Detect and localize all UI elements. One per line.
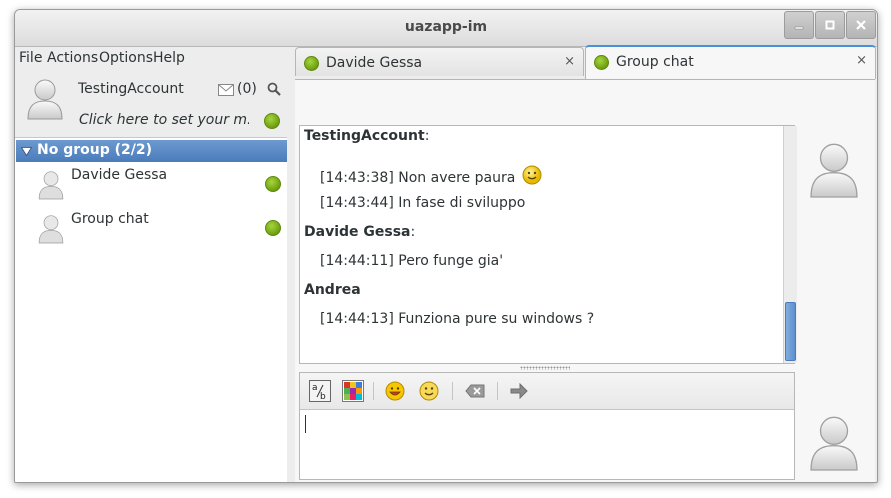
svg-text:a: a bbox=[312, 383, 318, 393]
account-avatar[interactable] bbox=[25, 77, 65, 125]
user-avatar-icon bbox=[37, 213, 65, 249]
chat-sender: Andrea bbox=[304, 282, 361, 298]
tab-close-button[interactable]: × bbox=[564, 54, 575, 69]
menu-help[interactable]: Help bbox=[153, 50, 185, 66]
chat-sender: Davide Gessa: bbox=[304, 224, 416, 240]
chat-message: [14:44:11] Pero funge gia' bbox=[320, 253, 504, 269]
app-window: uazapp-im File Actions Options Help Test… bbox=[14, 9, 878, 483]
menu-file[interactable]: File bbox=[19, 50, 42, 66]
tab-label: Davide Gessa bbox=[326, 55, 423, 71]
close-icon bbox=[856, 20, 866, 30]
online-status-icon bbox=[304, 56, 319, 71]
remote-avatar bbox=[807, 140, 861, 204]
composer-toolbar: ab bbox=[300, 373, 794, 410]
message-input[interactable] bbox=[300, 410, 794, 479]
online-status-icon bbox=[594, 55, 609, 70]
user-avatar-icon bbox=[37, 169, 65, 205]
chat-message: [14:44:13] Funziona pure su windows ? bbox=[320, 311, 595, 327]
insert-smiley-button[interactable] bbox=[384, 380, 406, 402]
insert-emoticon-button[interactable] bbox=[418, 380, 440, 402]
contact-item[interactable]: Group chat bbox=[15, 208, 287, 248]
spell-check-icon: ab bbox=[309, 380, 331, 402]
color-palette-icon bbox=[342, 380, 364, 402]
chat-tabs: Davide Gessa × Group chat × bbox=[295, 45, 876, 79]
svg-text:b: b bbox=[320, 392, 326, 402]
color-button[interactable] bbox=[342, 380, 364, 402]
chat-area: TestingAccount: [14:43:38] Non avere pau… bbox=[295, 79, 875, 482]
resize-grip[interactable] bbox=[520, 366, 570, 370]
search-icon[interactable] bbox=[267, 82, 281, 100]
pane-separator[interactable] bbox=[288, 47, 294, 482]
status-message[interactable]: Click here to set your m... bbox=[79, 112, 249, 128]
chat-message: [14:43:44] In fase di sviluppo bbox=[320, 195, 526, 211]
contact-name: Davide Gessa bbox=[71, 167, 168, 183]
online-status-icon[interactable] bbox=[264, 113, 280, 129]
window-title: uazapp-im bbox=[404, 19, 488, 35]
chat-log-scrollbar[interactable] bbox=[783, 126, 797, 363]
user-avatar-icon bbox=[810, 143, 858, 198]
contact-group-header[interactable]: No group (2/2) bbox=[16, 140, 287, 162]
minimize-button[interactable] bbox=[784, 11, 814, 39]
clear-button[interactable] bbox=[464, 380, 486, 402]
window-controls bbox=[783, 11, 876, 39]
contact-item[interactable]: Davide Gessa bbox=[15, 164, 287, 204]
toolbar-separator bbox=[452, 382, 453, 400]
online-status-icon bbox=[265, 176, 281, 192]
user-avatar-icon bbox=[27, 79, 63, 120]
online-status-icon bbox=[265, 220, 281, 236]
account-name: TestingAccount bbox=[78, 81, 184, 97]
clear-icon bbox=[465, 384, 485, 398]
title-bar[interactable]: uazapp-im bbox=[15, 10, 877, 47]
minimize-icon bbox=[794, 26, 804, 30]
spell-check-button[interactable]: ab bbox=[309, 380, 331, 402]
tab-davide-gessa[interactable]: Davide Gessa × bbox=[295, 47, 584, 76]
tab-close-button[interactable]: × bbox=[856, 53, 867, 68]
send-arrow-icon bbox=[510, 383, 528, 399]
scrollbar-thumb[interactable] bbox=[785, 302, 796, 361]
message-composer: ab bbox=[299, 372, 795, 480]
tab-group-chat[interactable]: Group chat × bbox=[585, 45, 876, 79]
send-button[interactable] bbox=[508, 380, 530, 402]
mail-icon[interactable] bbox=[218, 84, 234, 100]
maximize-button[interactable] bbox=[815, 11, 845, 39]
toolbar-separator bbox=[497, 382, 498, 400]
maximize-icon bbox=[825, 20, 835, 30]
grin-smiley-icon bbox=[385, 381, 405, 401]
account-panel: TestingAccount (0) Click here to set you… bbox=[15, 72, 287, 134]
contact-list: No group (2/2) Davide Gessa Group chat bbox=[15, 137, 287, 482]
menu-options[interactable]: Options bbox=[99, 50, 153, 66]
group-label: No group (2/2) bbox=[37, 142, 153, 158]
tab-label: Group chat bbox=[616, 54, 694, 70]
mail-count: (0) bbox=[237, 81, 257, 97]
smiley-icon bbox=[522, 165, 542, 185]
chat-message: [14:43:38] Non avere paura bbox=[320, 165, 542, 186]
toolbar-separator bbox=[373, 382, 374, 400]
local-avatar bbox=[807, 413, 861, 477]
user-avatar-icon bbox=[810, 416, 858, 471]
contact-name: Group chat bbox=[71, 211, 149, 227]
menu-bar: File Actions Options Help bbox=[15, 47, 287, 71]
smile-smiley-icon bbox=[419, 381, 439, 401]
triangle-down-icon bbox=[21, 147, 32, 156]
close-window-button[interactable] bbox=[846, 11, 876, 39]
chat-sender: TestingAccount: bbox=[304, 128, 430, 144]
menu-actions[interactable]: Actions bbox=[47, 50, 98, 66]
chat-log[interactable]: TestingAccount: [14:43:38] Non avere pau… bbox=[299, 125, 797, 364]
